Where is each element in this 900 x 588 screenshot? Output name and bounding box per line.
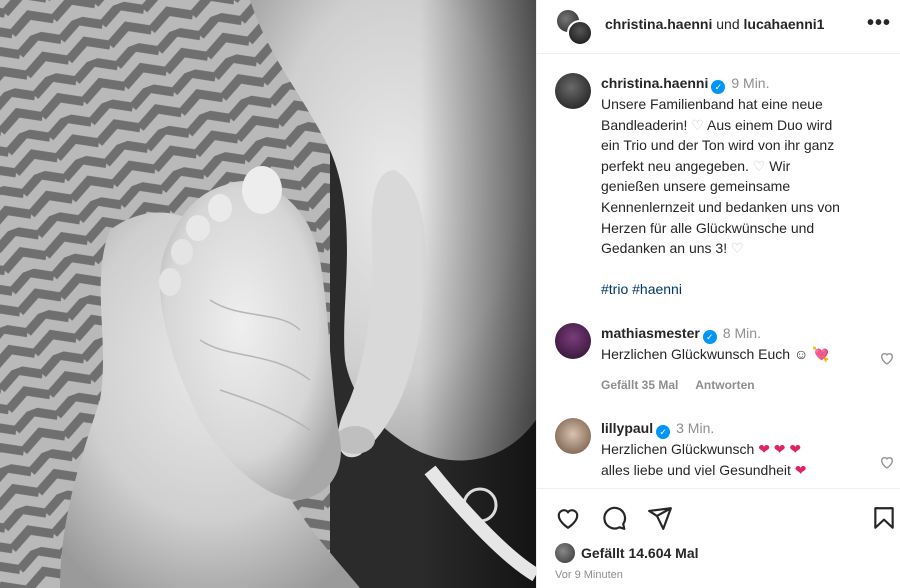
avatar[interactable] [555,73,591,109]
comments-scroll[interactable]: christina.haenni ✓ 9 Min. Unsere Familienb… [537,55,900,487]
caption-line: ein Trio und der Ton wird von ihr ganz [601,137,835,154]
comment-text: Herzlichen Glückwunsch Euch ☺ 💘 [601,346,830,362]
post-header: christina.haenni und lucahaenni1 ••• [537,0,900,54]
caption-username[interactable]: christina.haenni [601,75,708,91]
avatar[interactable] [567,20,593,46]
comment-likes[interactable]: Gefällt 35 Mal [601,378,678,392]
post-timestamp[interactable]: Vor 9 Minuten [555,569,623,581]
avatar [555,543,575,563]
caption-line: Bandleaderin! ♡ Aus einem Duo wird [601,116,833,133]
white-heart-icon: ♡ [691,116,704,133]
likes-count[interactable]: 14.604 Mal [628,545,698,561]
likes-summary[interactable]: Gefällt 14.604 Mal [555,543,699,563]
reply-button[interactable]: Antworten [695,378,754,392]
send-icon[interactable] [647,505,673,531]
post-side-panel: christina.haenni und lucahaenni1 ••• chr… [536,0,900,588]
hashtags-link[interactable]: #trio #haenni [601,279,871,300]
bookmark-icon[interactable] [871,505,897,531]
avatar[interactable] [555,323,591,359]
comment-body: mathiasmester ✓ 8 Min. Herzlichen Glückwun… [601,323,871,395]
avatar[interactable] [555,418,591,454]
likes-label: Gefällt [581,545,625,561]
comment-username[interactable]: mathiasmester [601,325,700,341]
caption-line: Unsere Familienband hat eine neue [601,96,823,112]
post-photo [0,0,536,588]
verified-badge-icon: ✓ [656,425,671,439]
caption-line: perfekt neu angegeben. ♡ Wir [601,157,791,174]
collab-title: christina.haenni und lucahaenni1 [605,16,824,32]
comment-text: Herzlichen Glückwunsch ❤ ❤ ❤ [601,441,802,457]
header-joiner: und [716,16,740,32]
comment-username[interactable]: lillypaul [601,420,653,436]
more-horizontal-icon[interactable]: ••• [867,12,891,35]
caption-line: genießen unsere gemeinsame [601,178,791,195]
comment-icon[interactable] [601,505,627,531]
heart-outline-icon[interactable] [555,505,581,531]
red-heart-icon: ❤ ❤ ❤ [758,441,802,457]
header-username-1[interactable]: christina.haenni [605,16,712,32]
verified-badge-icon: ✓ [702,330,717,344]
caption-line: Herzen für alle Glückwünsche und [601,219,815,236]
heart-outline-icon[interactable] [879,350,895,366]
comment-time[interactable]: 3 Min. [676,420,714,436]
comment-text: alles liebe und viel Gesundheit ❤ [601,461,807,478]
header-username-2[interactable]: lucahaenni1 [744,16,825,32]
comment-body: lillypaul ✓ 3 Min. Herzlichen Glückwunsch … [601,418,871,480]
collab-avatars[interactable] [555,8,595,46]
emoji: ☺ 💘 [793,346,830,362]
action-bar: Gefällt 14.604 Mal Vor 9 Minuten [537,488,900,588]
caption-time[interactable]: 9 Min. [731,75,769,91]
heart-outline-icon[interactable] [879,454,895,470]
baby-foot-photo [0,0,536,588]
white-heart-icon: ♡ [731,240,744,257]
caption-line: Kennenlernzeit und bedanken uns von [601,198,840,215]
verified-badge-icon: ✓ [711,80,726,94]
comment-meta: Gefällt 35 Mal Antworten [601,375,871,396]
comment-time[interactable]: 8 Min. [723,325,761,341]
caption-body: christina.haenni ✓ 9 Min. Unsere Familienb… [601,73,871,299]
white-heart-icon: ♡ [752,157,766,174]
caption-line: Gedanken an uns 3! ♡ [601,240,744,257]
red-heart-icon: ❤ [794,461,807,478]
